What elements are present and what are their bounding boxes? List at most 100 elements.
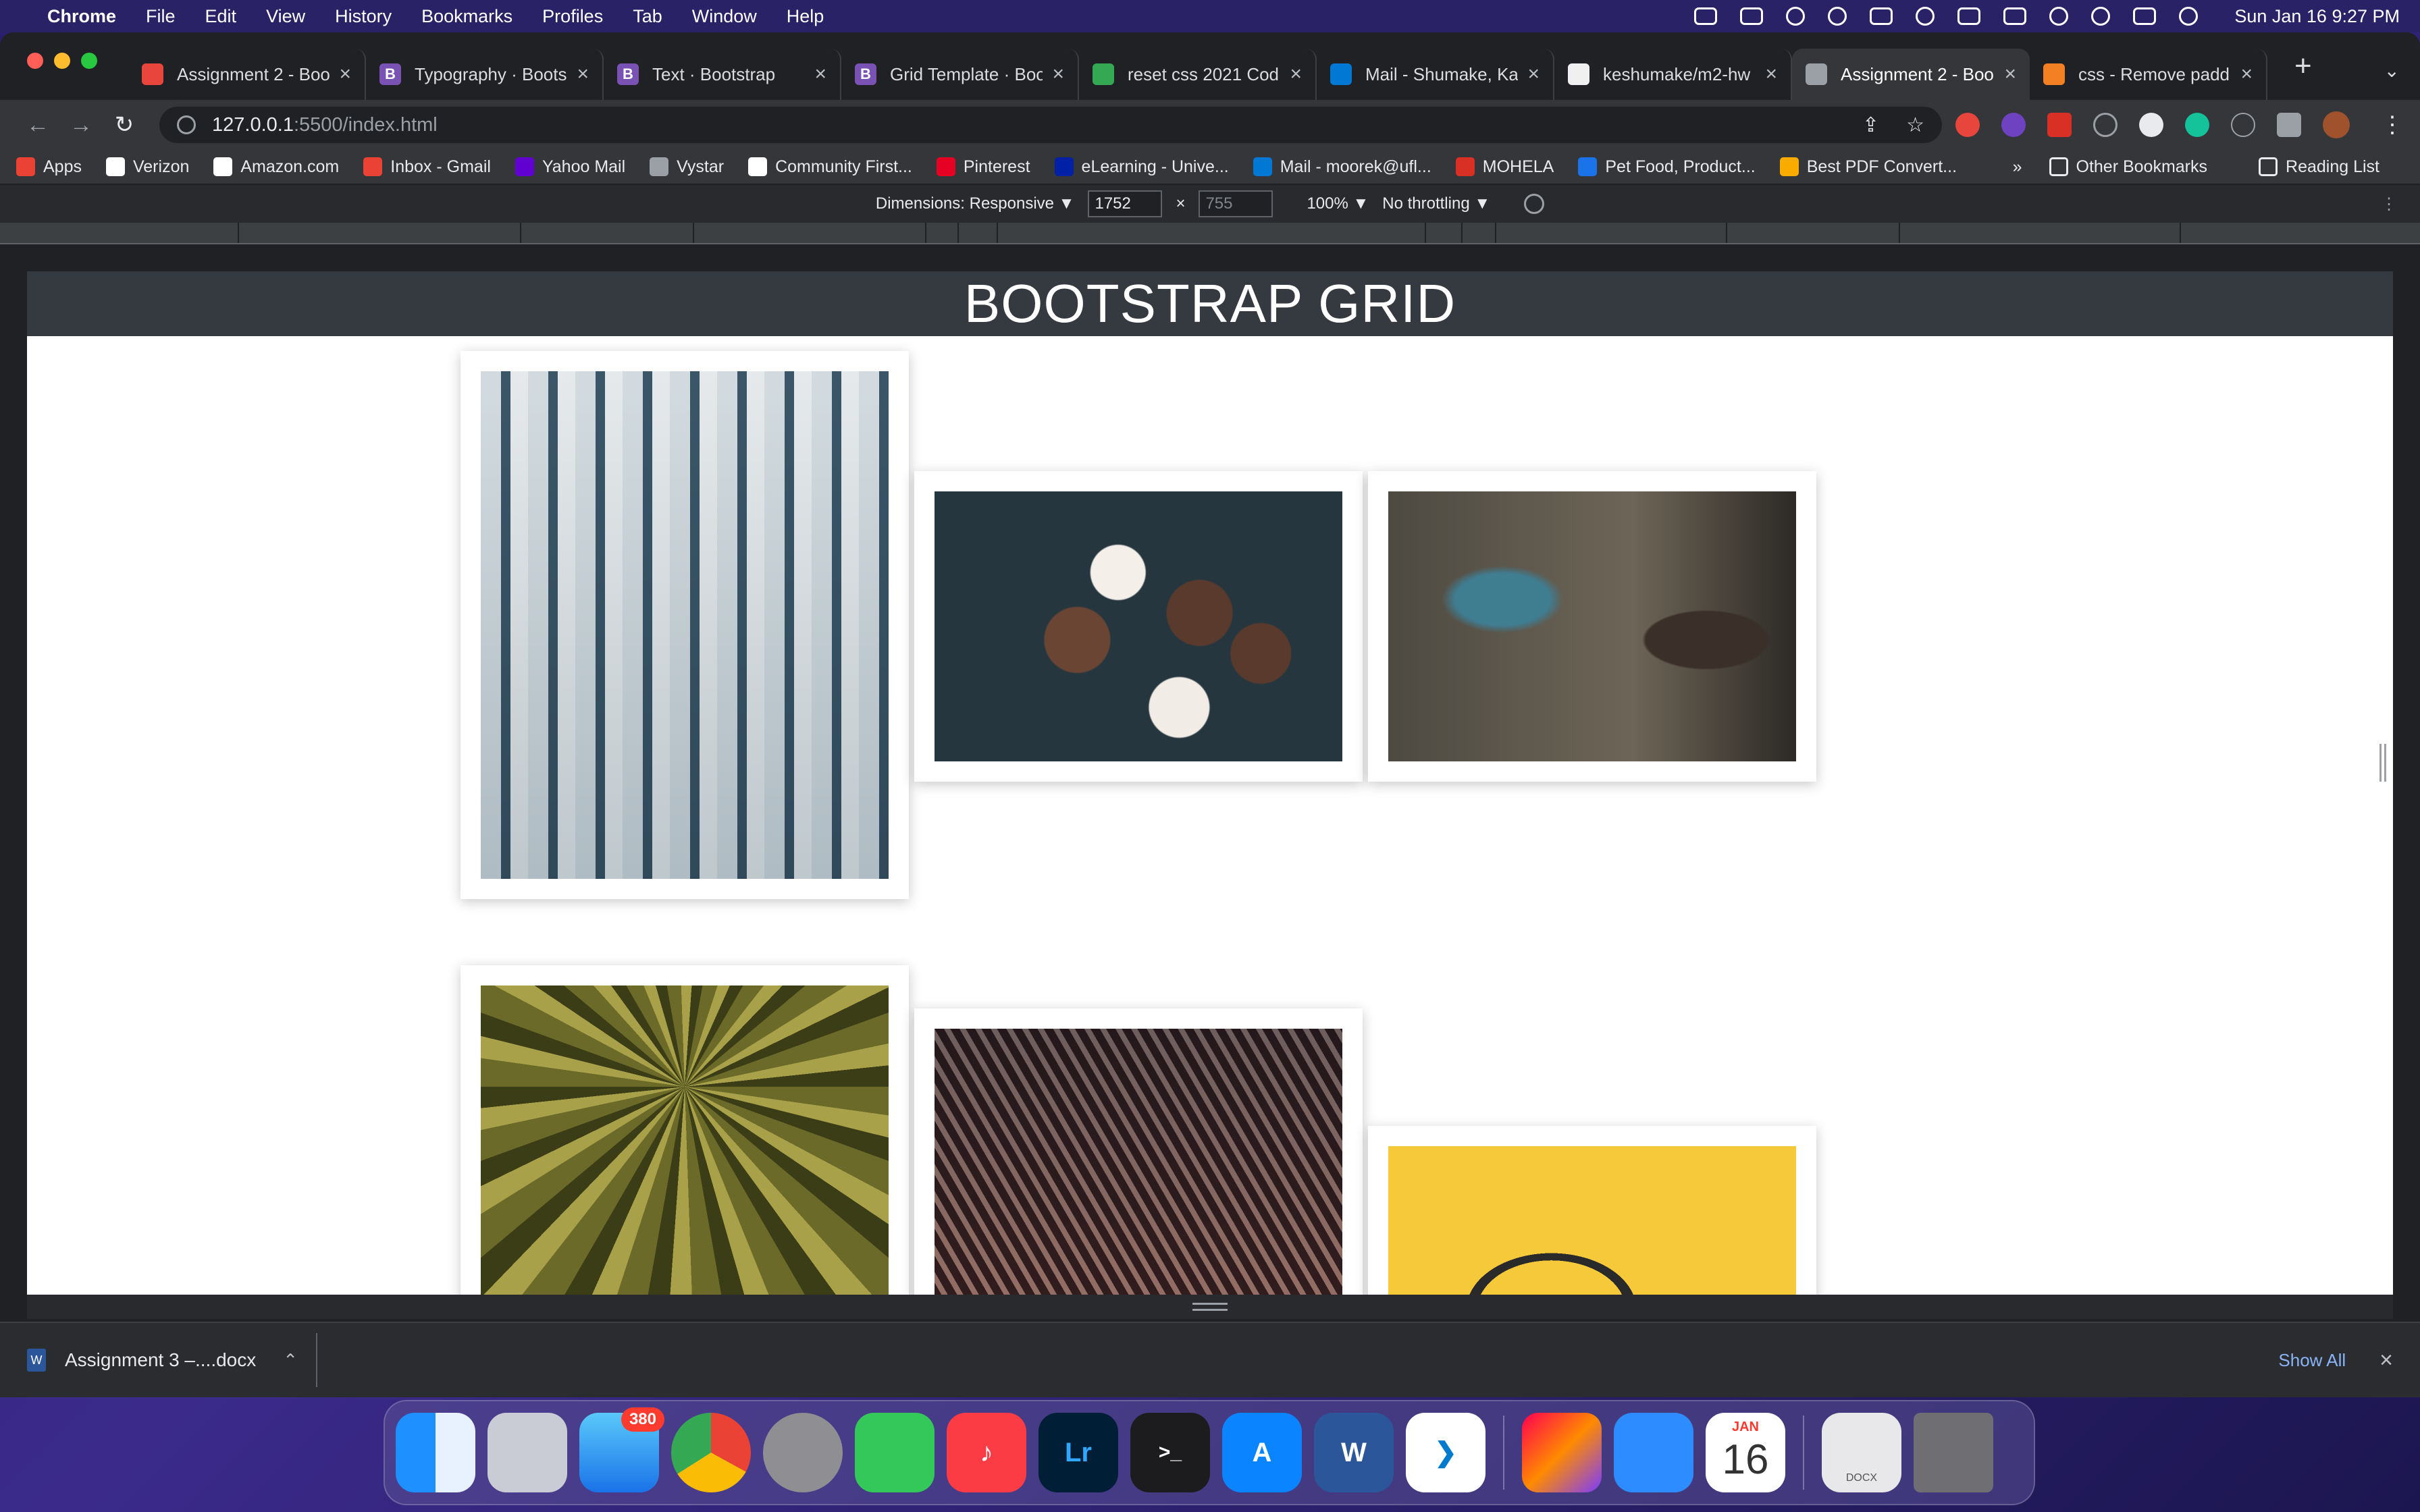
chrome-icon[interactable] xyxy=(671,1413,751,1492)
spotlight-search-icon[interactable] xyxy=(2091,7,2111,26)
minimize-window-button[interactable] xyxy=(54,53,70,69)
zoom-icon[interactable] xyxy=(1614,1413,1693,1492)
width-input[interactable]: 1752 xyxy=(1088,190,1163,217)
menu-app-name[interactable]: Chrome xyxy=(47,6,116,27)
system-preferences-icon[interactable] xyxy=(763,1413,843,1492)
mail-icon[interactable]: 380 xyxy=(579,1407,664,1492)
tab-search-icon[interactable]: ⌄ xyxy=(2384,59,2400,82)
tab-close-icon[interactable]: × xyxy=(1765,63,1777,86)
close-window-button[interactable] xyxy=(27,53,43,69)
finder-icon[interactable] xyxy=(396,1413,475,1492)
display-status-icon[interactable] xyxy=(1957,7,1981,25)
bookmark-item[interactable]: Apps xyxy=(16,157,82,177)
sync-status-icon[interactable] xyxy=(1916,7,1935,26)
zoom-window-button[interactable] xyxy=(81,53,97,69)
chevron-up-icon[interactable]: ⌃ xyxy=(283,1350,298,1371)
menubar-clock[interactable]: Sun Jan 16 9:27 PM xyxy=(2234,6,2400,27)
close-icon[interactable]: × xyxy=(2379,1347,2393,1374)
extension-icon[interactable] xyxy=(2139,113,2163,137)
menu-profiles[interactable]: Profiles xyxy=(542,6,603,27)
zoom-dropdown[interactable]: 100% ▼ xyxy=(1307,194,1369,213)
tab-7[interactable]: keshumake/m2-hw × xyxy=(1554,49,1792,100)
tab-close-icon[interactable]: × xyxy=(2004,63,2016,86)
tab-close-icon[interactable]: × xyxy=(577,63,589,86)
reading-list-button[interactable]: Reading List xyxy=(2259,157,2379,177)
messages-icon[interactable] xyxy=(855,1413,935,1492)
calendar-icon[interactable]: JAN 16 xyxy=(1706,1413,1785,1492)
font-extension-icon[interactable] xyxy=(2231,113,2255,137)
page-viewport[interactable]: BOOTSTRAP GRID xyxy=(27,271,2393,1295)
grammarly-extension-icon[interactable] xyxy=(2185,113,2209,137)
tab-close-icon[interactable]: × xyxy=(1290,63,1302,86)
vscode-icon[interactable]: ❯ xyxy=(1406,1413,1485,1492)
show-all-downloads-link[interactable]: Show All xyxy=(2278,1350,2346,1371)
trash-icon[interactable] xyxy=(1914,1413,1993,1492)
tab-close-icon[interactable]: × xyxy=(339,63,351,86)
control-center-icon[interactable] xyxy=(2133,7,2157,25)
tab-6[interactable]: Mail - Shumake, Ka × xyxy=(1317,49,1554,100)
launchpad-icon[interactable] xyxy=(488,1413,567,1492)
bookmark-item[interactable]: Community First... xyxy=(748,157,912,177)
word-icon[interactable]: W xyxy=(1314,1413,1394,1492)
dimensions-dropdown[interactable]: Dimensions: Responsive ▼ xyxy=(876,194,1075,213)
tab-close-icon[interactable]: × xyxy=(1052,63,1064,86)
bookmark-item[interactable]: Yahoo Mail xyxy=(515,157,625,177)
extension-icon[interactable] xyxy=(2001,113,2026,137)
chrome-menu-icon[interactable]: ⋮ xyxy=(2381,111,2404,138)
menu-help[interactable]: Help xyxy=(787,6,824,27)
tab-1[interactable]: Assignment 2 - Boo × xyxy=(128,49,366,100)
new-tab-button[interactable]: + xyxy=(2294,49,2312,83)
forward-icon[interactable]: → xyxy=(59,112,103,138)
menu-edit[interactable]: Edit xyxy=(205,6,237,27)
grammarly-status-icon[interactable] xyxy=(1828,7,1847,26)
share-icon[interactable]: ⇪ xyxy=(1862,113,1879,137)
docx-file-icon[interactable]: DOCX xyxy=(1822,1413,1901,1492)
extension-icon[interactable] xyxy=(2093,113,2118,137)
wifi-icon[interactable] xyxy=(2049,7,2069,26)
media-query-ruler[interactable] xyxy=(0,223,2420,244)
other-bookmarks-folder[interactable]: Other Bookmarks xyxy=(2049,157,2207,177)
acrobat-extension-icon[interactable] xyxy=(2047,113,2072,137)
bookmark-item[interactable]: Verizon xyxy=(105,157,189,177)
creative-cloud-icon[interactable] xyxy=(1522,1413,1602,1492)
menu-view[interactable]: View xyxy=(266,6,305,27)
viewport-bottom-resize-bar[interactable] xyxy=(27,1295,2393,1319)
tab-close-icon[interactable]: × xyxy=(1527,63,1540,86)
height-input[interactable]: 755 xyxy=(1199,190,1273,217)
menu-history[interactable]: History xyxy=(335,6,392,27)
tab-8[interactable]: Assignment 2 - Boo × xyxy=(1792,49,2030,100)
viewport-right-resize-handle[interactable] xyxy=(2379,744,2386,782)
back-icon[interactable]: ← xyxy=(16,112,59,138)
menu-bookmarks[interactable]: Bookmarks xyxy=(421,6,512,27)
siri-icon[interactable] xyxy=(2179,7,2199,26)
menu-file[interactable]: File xyxy=(146,6,176,27)
tab-2[interactable]: B Typography · Boots × xyxy=(366,49,604,100)
resize-grip-icon[interactable] xyxy=(1192,1303,1228,1311)
bookmark-item[interactable]: eLearning - Unive... xyxy=(1054,157,1229,177)
app-status-icon[interactable] xyxy=(1870,7,1893,25)
adblock-extension-icon[interactable] xyxy=(1955,113,1980,137)
music-icon[interactable]: ♪ xyxy=(947,1413,1026,1492)
throttling-dropdown[interactable]: No throttling ▼ xyxy=(1382,194,1490,213)
terminal-icon[interactable]: >_ xyxy=(1130,1413,1210,1492)
menu-window[interactable]: Window xyxy=(692,6,757,27)
bookmark-item[interactable]: Best PDF Convert... xyxy=(1779,157,1957,177)
site-info-icon[interactable] xyxy=(177,115,196,134)
bookmark-item[interactable]: Inbox - Gmail xyxy=(363,157,491,177)
creative-cloud-status-icon[interactable] xyxy=(1786,7,1806,26)
tab-4[interactable]: B Grid Template · Boo × xyxy=(841,49,1079,100)
zoom-status-icon[interactable] xyxy=(1694,7,1718,25)
tab-9[interactable]: css - Remove padd × xyxy=(2030,49,2267,100)
address-bar[interactable]: 127.0.0.1:5500/index.html ⇪ ☆ xyxy=(159,107,1942,143)
menu-tab[interactable]: Tab xyxy=(633,6,662,27)
bookmark-item[interactable]: Vystar xyxy=(650,157,724,177)
tab-close-icon[interactable]: × xyxy=(2240,63,2253,86)
tab-close-icon[interactable]: × xyxy=(814,63,826,86)
bookmark-item[interactable]: Pinterest xyxy=(936,157,1030,177)
battery-icon[interactable] xyxy=(2003,7,2027,25)
bookmark-item[interactable]: Amazon.com xyxy=(213,157,339,177)
profile-avatar[interactable] xyxy=(2323,111,2350,138)
bookmark-star-icon[interactable]: ☆ xyxy=(1906,113,1924,137)
tab-5[interactable]: reset css 2021 Cod × xyxy=(1079,49,1317,100)
reload-icon[interactable]: ↻ xyxy=(103,111,146,138)
